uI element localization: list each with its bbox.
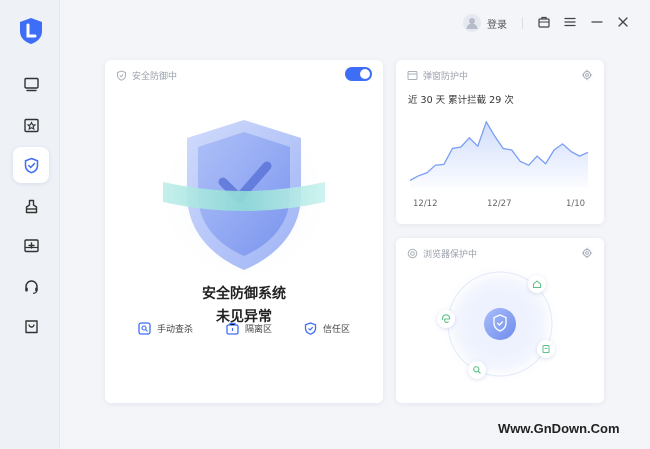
toggle-knob (360, 69, 370, 79)
x-tick-label: 1/10 (566, 199, 586, 209)
browser-settings-gear-icon[interactable] (581, 247, 593, 259)
shield-small-icon (117, 70, 126, 81)
browser-small-icon (407, 248, 418, 259)
intercept-trend-chart (410, 120, 588, 188)
sidebar-item-cleanup[interactable] (13, 188, 49, 224)
sidebar-item-support[interactable] (13, 268, 49, 304)
bag-icon[interactable] (537, 15, 551, 29)
menu-icon[interactable] (563, 15, 577, 29)
scan-icon (138, 322, 151, 335)
monitor-icon (23, 77, 39, 91)
titlebar-separator (522, 17, 523, 29)
status-line-1: 安全防御系统 (202, 286, 286, 302)
sidebar-item-store[interactable] (13, 308, 49, 344)
sidebar (0, 0, 60, 449)
star-badge-icon (23, 118, 39, 132)
action-trust-zone[interactable]: 信任区 (304, 322, 350, 335)
browser-orbit-illustration (438, 262, 562, 386)
app-window: 登录 安全防御中 安全防御系统 未见异常 手动查杀 隔离区 信任区 弹窗防护中 … (0, 0, 650, 449)
browser-card: 浏览器保护中 (396, 238, 604, 403)
home-icon[interactable] (528, 275, 546, 293)
search-icon[interactable] (468, 361, 486, 379)
shield-illustration-icon (154, 107, 334, 287)
app-logo-icon (18, 17, 44, 45)
sidebar-item-protection[interactable] (13, 147, 49, 183)
edge-icon[interactable] (437, 310, 455, 328)
protection-toggle[interactable] (345, 67, 372, 81)
popup-card: 弹窗防护中 近 30 天 累计拦截 29 次 12/12 12/27 1/10 (396, 60, 604, 224)
protection-card-title: 安全防御中 (116, 69, 177, 82)
action-quarantine[interactable]: 隔离区 (226, 322, 272, 335)
x-tick-label: 12/27 (487, 199, 512, 209)
chart-area (410, 121, 588, 188)
trust-shield-icon (304, 322, 317, 335)
browser-card-title: 浏览器保护中 (407, 247, 477, 260)
watermark: Www.GnDown.Com (498, 421, 620, 436)
bookmark-icon[interactable] (537, 340, 555, 358)
sidebar-item-monitor[interactable] (13, 66, 49, 102)
x-tick-label: 12/12 (413, 199, 438, 209)
quarantine-icon (226, 322, 239, 335)
popup-card-title: 弹窗防护中 (407, 69, 468, 82)
store-bag-icon (24, 319, 38, 333)
popup-settings-gear-icon[interactable] (581, 69, 593, 81)
window-small-icon (407, 71, 418, 80)
shield-check-icon (24, 157, 38, 173)
login-label: 登录 (487, 19, 507, 31)
sidebar-item-star-badge[interactable] (13, 107, 49, 143)
toolbox-icon (23, 238, 39, 252)
broom-icon (25, 199, 37, 213)
minimize-icon[interactable] (590, 15, 604, 29)
headset-icon (24, 279, 38, 294)
protection-card: 安全防御中 安全防御系统 未见异常 手动查杀 隔离区 信任区 (105, 60, 383, 403)
user-login[interactable]: 登录 (463, 14, 507, 32)
sidebar-item-toolbox[interactable] (13, 227, 49, 263)
user-avatar-icon (463, 14, 481, 32)
chart-caption: 近 30 天 累计拦截 29 次 (408, 95, 514, 106)
close-icon[interactable] (616, 15, 630, 29)
action-manual-scan[interactable]: 手动查杀 (138, 322, 193, 335)
